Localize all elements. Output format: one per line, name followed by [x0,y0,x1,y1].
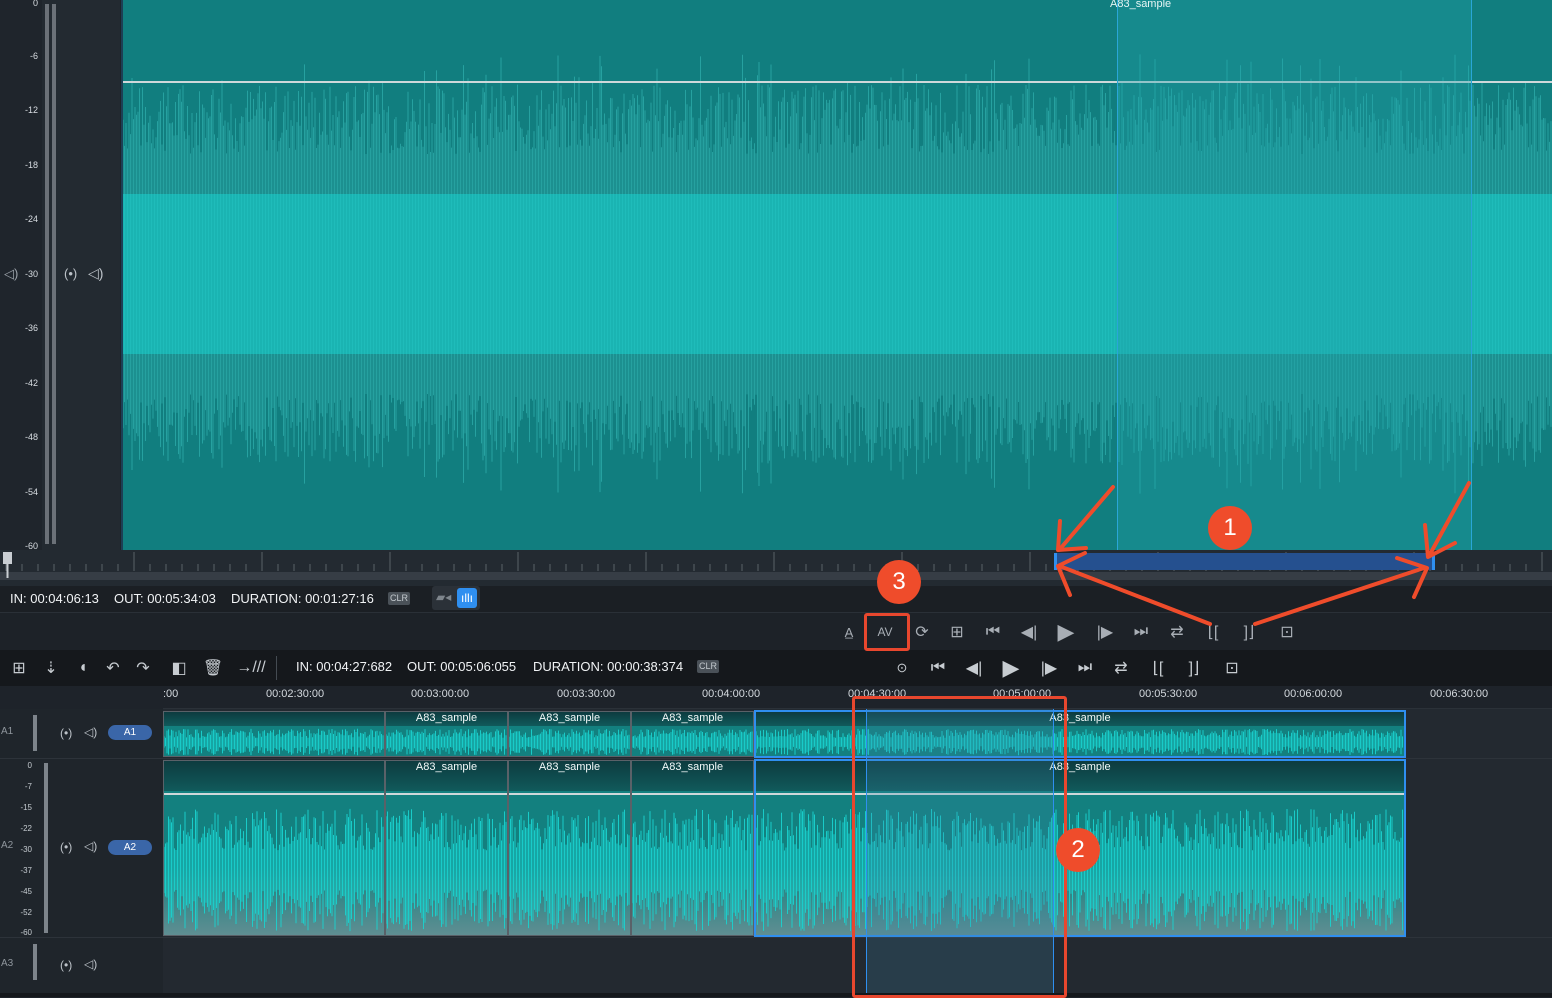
callout-badge: 1 [1208,506,1252,550]
callout-badge: 2 [1056,828,1100,872]
annotation-arrows [1056,481,1471,626]
callout-badge: 3 [877,560,921,604]
timeline-region-highlight [852,696,1067,998]
av-button-highlight [864,613,910,651]
